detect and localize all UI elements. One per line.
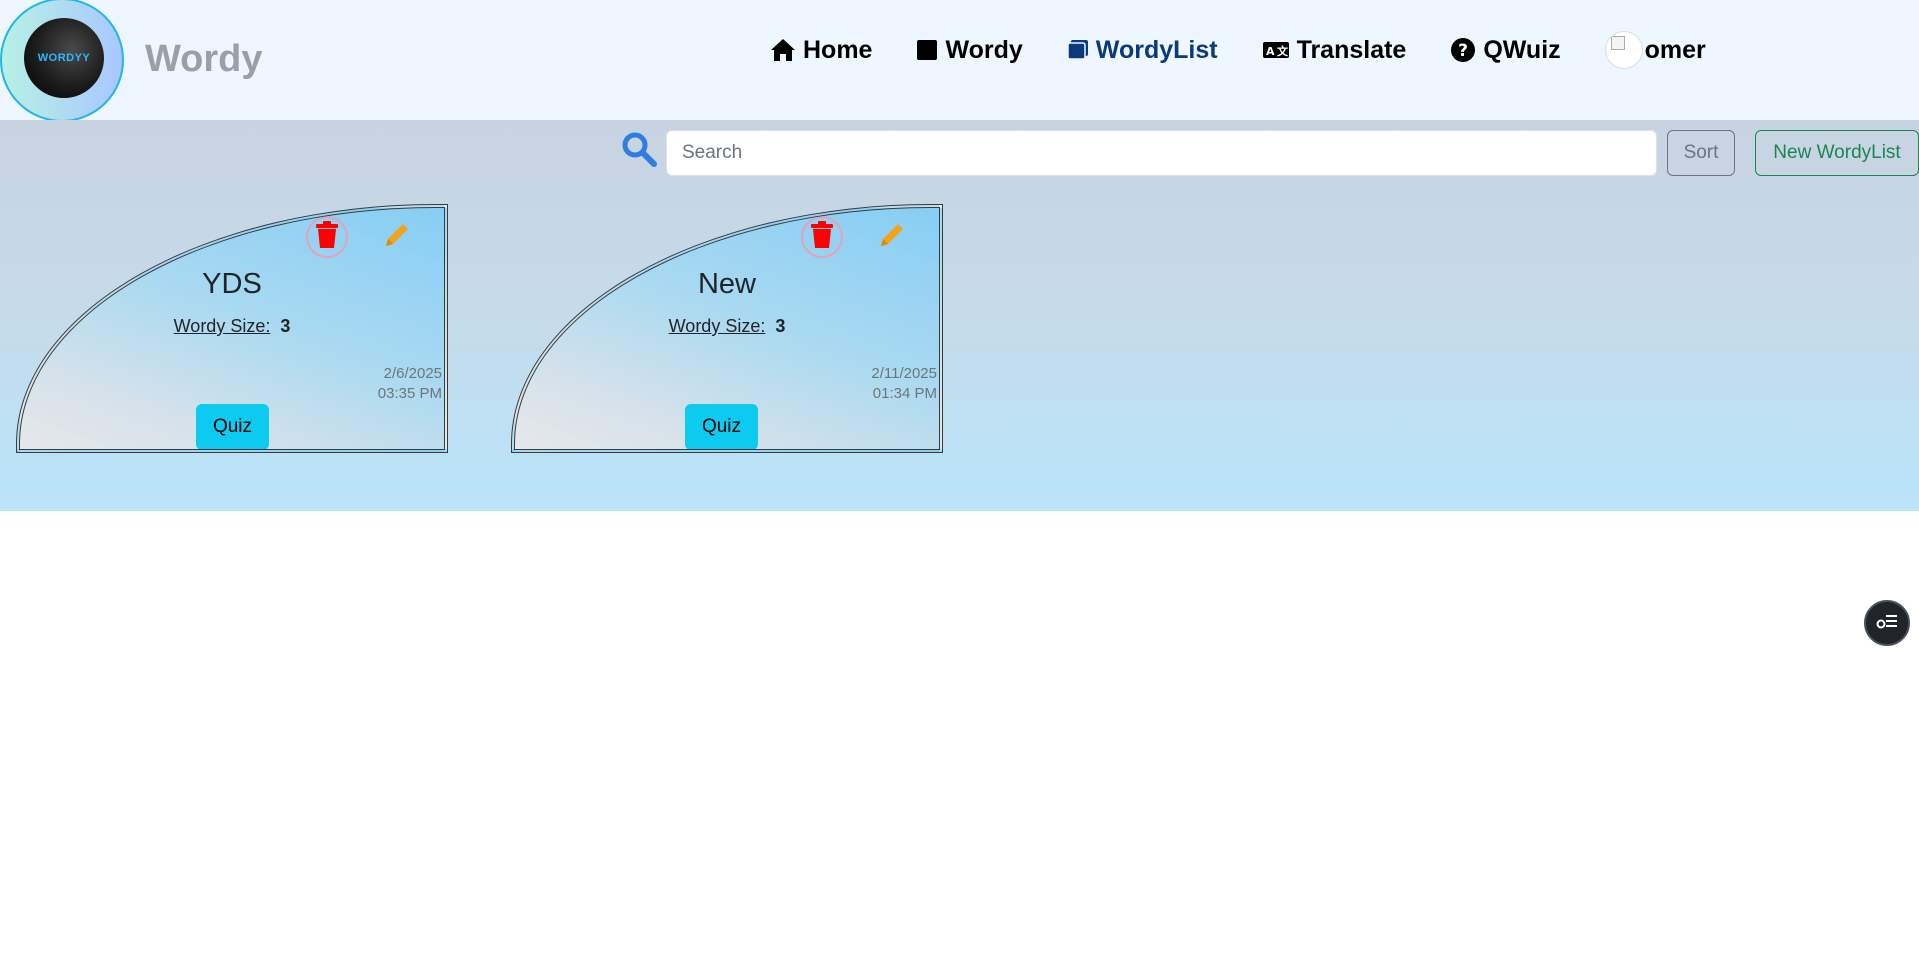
edit-button[interactable] bbox=[871, 216, 913, 258]
wordy-size: Wordy Size: 3 bbox=[20, 316, 444, 337]
search-icon[interactable] bbox=[620, 130, 660, 170]
trash-icon bbox=[315, 220, 339, 254]
logo-badge: WORDYY bbox=[24, 18, 104, 98]
wordy-size: Wordy Size: 3 bbox=[515, 316, 939, 337]
card-title: New bbox=[697, 268, 756, 300]
sort-button[interactable]: Sort bbox=[1667, 130, 1735, 176]
wordylist-card[interactable]: YDS Wordy Size: 3 2/6/2025 03:35 PM Quiz bbox=[16, 204, 448, 453]
svg-text:文: 文 bbox=[1277, 44, 1289, 58]
edit-button[interactable] bbox=[376, 216, 418, 258]
translate-icon: A文 bbox=[1262, 40, 1290, 60]
nav-item-label: Home bbox=[803, 35, 873, 64]
card-timestamp: 2/6/2025 03:35 PM bbox=[378, 364, 442, 404]
nav-item-label: Translate bbox=[1296, 35, 1407, 64]
floating-menu-button[interactable] bbox=[1864, 600, 1910, 646]
card-timestamp: 2/11/2025 01:34 PM bbox=[871, 364, 937, 404]
logo-text: WORDYY bbox=[37, 52, 91, 64]
delete-button[interactable] bbox=[306, 216, 348, 258]
quiz-button[interactable]: Quiz bbox=[685, 404, 758, 449]
nav-item-wordy[interactable]: Wordy bbox=[916, 35, 1023, 65]
wordy-size-value: 3 bbox=[775, 316, 786, 336]
toggle-list-icon bbox=[1875, 611, 1899, 636]
nav-item-translate[interactable]: A文 Translate bbox=[1262, 35, 1407, 65]
user-name: omer bbox=[1644, 35, 1706, 64]
wordy-size-label: Wordy Size: bbox=[173, 316, 271, 336]
nav-item-label: WordyList bbox=[1095, 35, 1218, 64]
avatar[interactable] bbox=[1604, 31, 1643, 69]
svg-text:A: A bbox=[1266, 45, 1275, 58]
wordy-size-value: 3 bbox=[280, 316, 291, 336]
question-circle-icon: ? bbox=[1450, 37, 1476, 63]
navbar: WORDYY Wordy Home Wordy WordyList A文 Tra… bbox=[0, 0, 1919, 122]
nav-item-qwuiz[interactable]: ? QWuiz bbox=[1450, 35, 1561, 65]
pencil-icon bbox=[382, 220, 412, 255]
nav-item-label: QWuiz bbox=[1483, 35, 1561, 64]
quiz-button[interactable]: Quiz bbox=[196, 404, 269, 449]
home-icon bbox=[770, 38, 796, 62]
card-title: YDS bbox=[202, 268, 262, 300]
svg-text:?: ? bbox=[1458, 41, 1468, 61]
wordylist-card[interactable]: New Wordy Size: 3 2/11/2025 01:34 PM Quiz bbox=[511, 204, 943, 453]
logo[interactable]: WORDYY bbox=[0, 0, 124, 122]
list-card-icon bbox=[1067, 39, 1089, 61]
pencil-icon bbox=[877, 220, 907, 255]
card-time: 01:34 PM bbox=[872, 385, 937, 402]
new-wordylist-button[interactable]: New WordyList bbox=[1755, 130, 1919, 176]
nav-item-user[interactable]: omer bbox=[1604, 31, 1706, 69]
nav-menu: Home Wordy WordyList A文 Translate ? QWui… bbox=[770, 30, 1706, 70]
trash-icon bbox=[810, 220, 834, 254]
nav-item-home[interactable]: Home bbox=[770, 36, 872, 65]
card-time: 03:35 PM bbox=[377, 385, 442, 402]
search-input[interactable] bbox=[666, 130, 1657, 176]
wordy-size-label: Wordy Size: bbox=[668, 316, 766, 336]
card-date: 2/11/2025 bbox=[871, 365, 937, 382]
main-content: Sort New WordyList YDS Wordy Size: 3 2/6/… bbox=[0, 120, 1919, 646]
nav-item-wordylist[interactable]: WordyList bbox=[1067, 36, 1218, 65]
nav-item-label: Wordy bbox=[945, 35, 1023, 64]
square-icon bbox=[916, 39, 938, 61]
card-date: 2/6/2025 bbox=[383, 365, 442, 382]
brand-name[interactable]: Wordy bbox=[145, 38, 263, 81]
delete-button[interactable] bbox=[801, 216, 843, 258]
